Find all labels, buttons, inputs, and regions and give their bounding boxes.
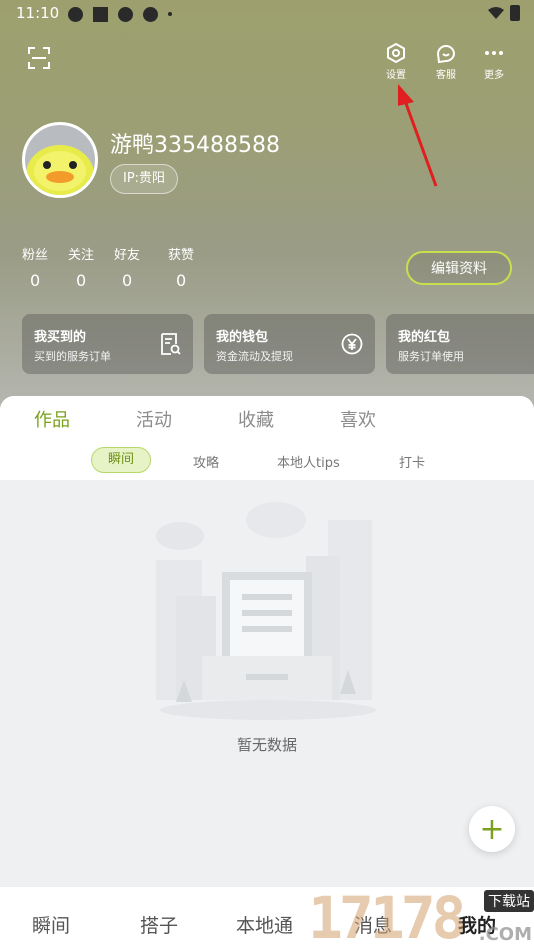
stat-following[interactable]: 关注 0 bbox=[68, 244, 104, 290]
tab-favorites[interactable]: 收藏 bbox=[238, 406, 274, 432]
username: 游鸭335488588 bbox=[110, 133, 280, 158]
more-notifications-dot-icon bbox=[168, 12, 172, 16]
settings-label: 设置 bbox=[386, 70, 406, 81]
nav-partners[interactable]: 搭子 bbox=[140, 911, 178, 938]
more-button[interactable]: 更多 bbox=[474, 42, 514, 81]
profile-screen: 11:10 设置 客服 更多 游鸭335488588 IP:贵阳 粉丝 0 关注… bbox=[0, 0, 534, 950]
empty-state-text: 暂无数据 bbox=[236, 736, 297, 754]
qq-notification-icon bbox=[68, 6, 83, 22]
content-tabs: 作品 活动 收藏 喜欢 bbox=[0, 396, 534, 442]
site-watermark: 17178 下载站 .COM bbox=[308, 884, 534, 950]
avatar[interactable] bbox=[22, 122, 98, 198]
subtab-moments[interactable]: 瞬间 bbox=[91, 447, 152, 473]
notification-icons bbox=[68, 6, 172, 22]
sub-tabs: 瞬间 攻略 本地人tips 打卡 bbox=[0, 442, 534, 480]
card-title: 我的红包 bbox=[398, 330, 451, 345]
card-title: 我的钱包 bbox=[216, 330, 269, 345]
card-subtitle: 买到的服务订单 bbox=[34, 350, 111, 363]
nav-local[interactable]: 本地通 bbox=[236, 911, 293, 938]
yuan-icon bbox=[341, 333, 363, 355]
subtab-guides[interactable]: 攻略 bbox=[193, 452, 219, 471]
more-label: 更多 bbox=[484, 70, 504, 81]
settings-icon bbox=[387, 42, 405, 64]
stat-value: 0 bbox=[176, 271, 187, 290]
tab-likes[interactable]: 喜欢 bbox=[340, 406, 376, 432]
card-subtitle: 服务订单使用 bbox=[398, 350, 464, 363]
subtab-check-in[interactable]: 打卡 bbox=[399, 452, 425, 471]
nav-moments[interactable]: 瞬间 bbox=[32, 911, 70, 938]
stat-value: 0 bbox=[76, 271, 87, 290]
tab-works[interactable]: 作品 bbox=[34, 406, 70, 432]
empty-state-illustration bbox=[156, 502, 376, 720]
watermark-tag: 下载站 bbox=[484, 890, 534, 912]
edit-profile-button[interactable]: 编辑资料 bbox=[406, 251, 512, 285]
card-title: 我买到的 bbox=[34, 330, 87, 345]
stat-label: 好友 bbox=[114, 248, 141, 263]
watermark-sub: .COM bbox=[478, 924, 532, 945]
add-post-button[interactable]: + bbox=[469, 806, 515, 852]
wallet-card[interactable]: 我的钱包 资金流动及提现 bbox=[204, 314, 375, 374]
plus-icon: + bbox=[479, 811, 505, 847]
customer-service-button[interactable]: 客服 bbox=[426, 42, 466, 81]
red-annotation-arrow bbox=[398, 84, 438, 187]
system-status-icons bbox=[488, 5, 520, 21]
tab-activities[interactable]: 活动 bbox=[136, 406, 172, 432]
watermark-digits: 17178 bbox=[308, 884, 467, 950]
app-notification-icon bbox=[93, 6, 108, 22]
stat-friends[interactable]: 好友 0 bbox=[114, 244, 158, 290]
app-notification-icon-3 bbox=[143, 6, 158, 22]
stat-likes[interactable]: 获赞 0 bbox=[168, 244, 204, 290]
stat-value: 0 bbox=[30, 271, 41, 290]
stat-label: 关注 bbox=[68, 248, 95, 263]
stat-label: 获赞 bbox=[168, 248, 195, 263]
content-panel: 作品 活动 收藏 喜欢 瞬间 攻略 本地人tips 打卡 暂无数据 bbox=[0, 396, 534, 886]
purchased-orders-card[interactable]: 我买到的 买到的服务订单 bbox=[22, 314, 193, 374]
battery-icon bbox=[510, 5, 520, 21]
customer-service-label: 客服 bbox=[436, 70, 456, 81]
duck-avatar-icon bbox=[26, 145, 94, 195]
subtab-local-tips[interactable]: 本地人tips bbox=[277, 452, 340, 471]
app-notification-icon-2 bbox=[118, 6, 133, 22]
red-packet-card[interactable]: 我的红包 服务订单使用 bbox=[386, 314, 534, 374]
status-bar: 11:10 bbox=[0, 0, 534, 28]
wifi-icon bbox=[488, 7, 504, 19]
stat-value: 0 bbox=[122, 271, 133, 290]
scan-icon[interactable] bbox=[28, 47, 50, 69]
card-subtitle: 资金流动及提现 bbox=[216, 350, 293, 363]
stats-row: 粉丝 0 关注 0 好友 0 获赞 0 bbox=[22, 244, 204, 290]
more-icon bbox=[485, 51, 503, 55]
ip-location-badge: IP:贵阳 bbox=[110, 164, 179, 194]
settings-button[interactable]: 设置 bbox=[376, 42, 416, 81]
stat-followers[interactable]: 粉丝 0 bbox=[22, 244, 58, 290]
orders-icon bbox=[161, 333, 181, 355]
status-time: 11:10 bbox=[16, 4, 60, 22]
stat-label: 粉丝 bbox=[22, 248, 49, 263]
customer-service-icon bbox=[436, 45, 456, 64]
